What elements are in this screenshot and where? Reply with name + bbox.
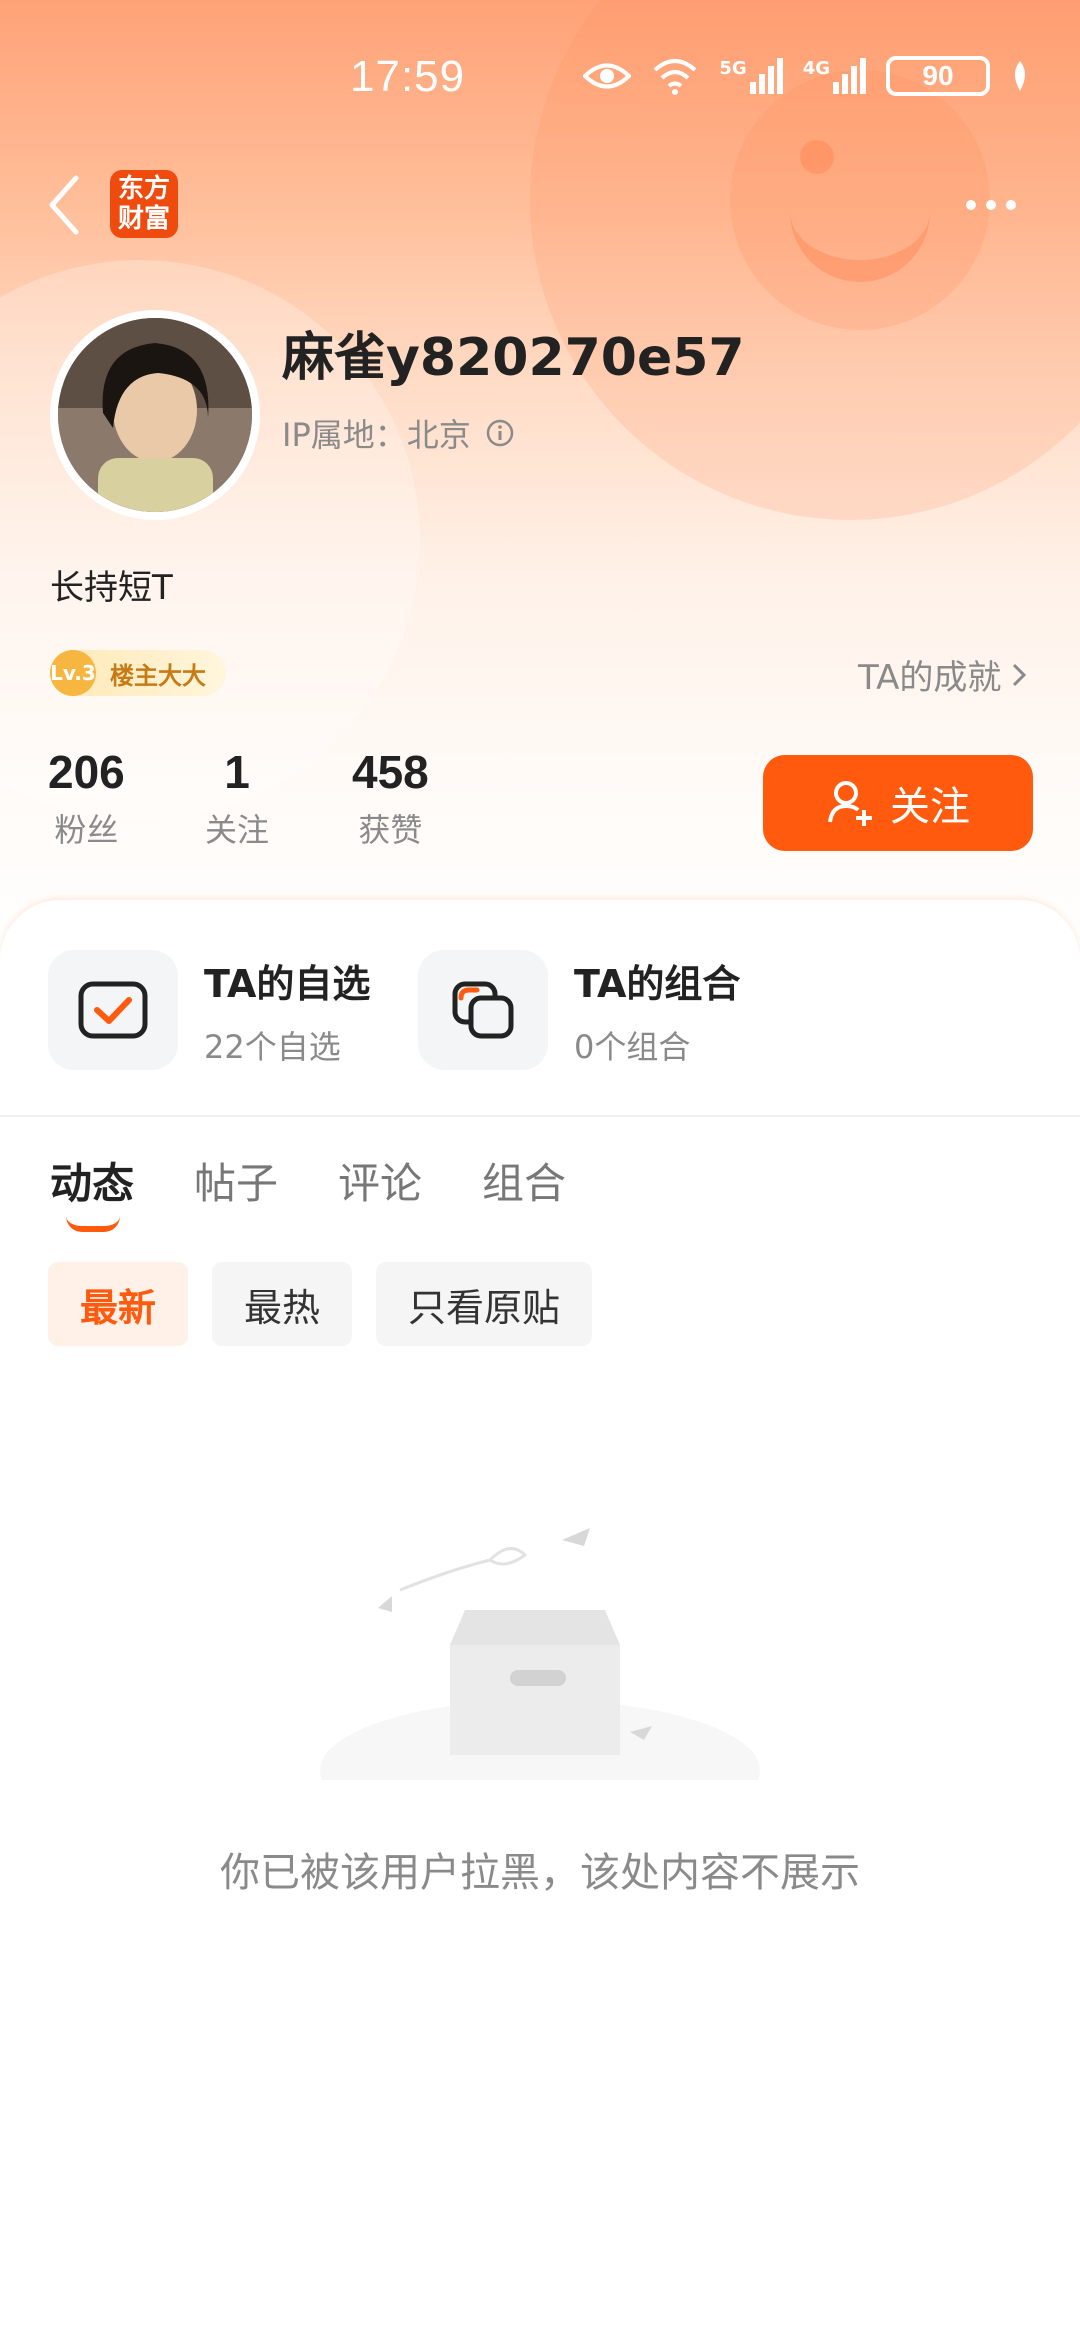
signal-4g-label: 4G [802,58,830,79]
ip-location-row: IP属地：北京 [282,410,515,456]
feature-subtitle: 22个自选 [204,1027,341,1066]
badge-level: Lv.3 [50,650,96,696]
tab-label: 帖子 [194,1159,279,1208]
watchlist-entry[interactable]: TA的自选 22个自选 [48,950,370,1070]
more-options-icon[interactable] [966,190,1026,220]
level-badge[interactable]: Lv.3 楼主大大 [50,650,226,696]
stat-label: 关注 [205,811,270,849]
tab-comments[interactable]: 评论 [338,1150,422,1211]
tab-portfolios[interactable]: 组合 [482,1150,566,1211]
portfolio-icon [452,981,514,1039]
divider [0,1115,1080,1117]
stat-value: 1 [224,746,250,798]
stat-value: 458 [352,746,429,798]
chevron-right-icon [1013,663,1027,686]
feature-icon-box [48,950,178,1070]
tab-label: 组合 [482,1159,567,1208]
feature-title: TA的组合 [574,961,741,1006]
stat-likes[interactable]: 458 获赞 [352,745,429,851]
filter-hottest[interactable]: 最热 [212,1262,353,1346]
feature-icon-box [418,950,548,1070]
tab-label: 动态 [50,1159,135,1208]
status-time: 17:59 [350,52,466,101]
empty-box-illustration [320,1528,760,1780]
watchlist-check-icon [78,981,148,1039]
feature-text: TA的组合 0个组合 [574,953,740,1068]
empty-state-message: 你已被该用户拉黑，该处内容不展示 [220,1850,860,1896]
info-icon[interactable] [485,418,515,448]
tab-active-indicator [66,1216,120,1232]
feature-text: TA的自选 22个自选 [204,953,370,1068]
avatar-image [58,318,252,512]
battery-indicator: 90 [886,56,990,96]
stat-value: 206 [48,746,125,798]
filter-original-only[interactable]: 只看原贴 [376,1262,593,1346]
achievements-link[interactable]: TA的成就 [858,650,1027,699]
logo-line-2: 财富 [117,204,170,234]
app-logo: 东方 财富 [110,170,178,238]
tab-bar: 动态 帖子 评论 组合 [50,1150,566,1232]
stat-followers[interactable]: 206 粉丝 [48,745,125,851]
avatar[interactable] [50,310,260,520]
status-bar: 17:59 5G 4G 90 [0,40,1080,120]
stat-following[interactable]: 1 关注 [205,745,269,851]
status-icons: 5G 4G 90 [583,56,1030,96]
follow-button-label: 关注 [890,784,970,830]
username: 麻雀y820270e57 [282,328,745,388]
filter-latest[interactable]: 最新 [48,1262,189,1346]
add-user-icon [828,781,872,826]
bio: 长持短T [50,568,173,608]
signal-4g-icon: 4G [803,58,866,94]
eye-icon [583,63,632,89]
stat-label: 获赞 [358,811,423,849]
logo-line-1: 东方 [117,174,170,204]
leaf-icon [1015,61,1025,91]
wifi-icon [654,59,697,95]
stat-label: 粉丝 [54,811,119,849]
tab-activity[interactable]: 动态 [50,1150,135,1232]
achievements-label: TA的成就 [858,658,1002,698]
back-arrow-icon[interactable] [40,170,90,240]
signal-5g-label: 5G [719,58,747,79]
tab-posts[interactable]: 帖子 [194,1150,278,1211]
tab-label: 评论 [338,1159,423,1208]
signal-5g-icon: 5G [719,58,783,94]
follow-button[interactable]: 关注 [763,755,1033,851]
content-card: TA的自选 22个自选 TA的组合 0个组合 动态 帖子 评论 组合 最新 最热… [0,900,1080,2340]
feature-subtitle: 0个组合 [574,1027,691,1066]
portfolio-entry[interactable]: TA的组合 0个组合 [418,950,740,1070]
ip-location: IP属地：北京 [282,416,471,454]
filter-bar: 最新 最热 只看原贴 [48,1262,593,1346]
badge-title: 楼主大大 [110,661,206,690]
feature-title: TA的自选 [204,961,371,1006]
